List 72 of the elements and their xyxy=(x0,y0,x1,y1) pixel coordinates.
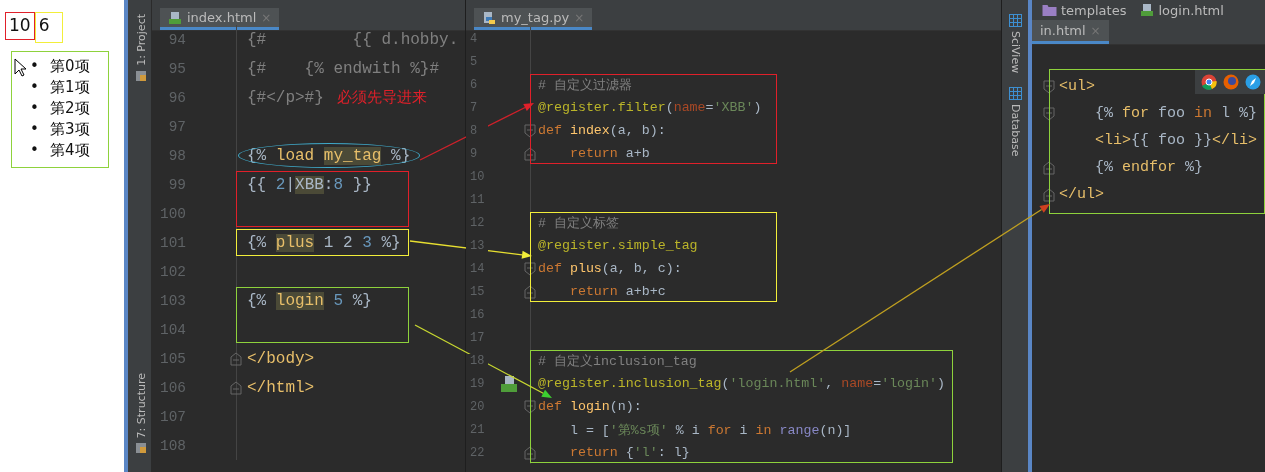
list-item: 第0项 xyxy=(50,56,90,77)
code-line: {% for foo in l %} xyxy=(1094,105,1258,122)
code-line: return a+b xyxy=(568,146,650,161)
html-file-icon xyxy=(1140,3,1155,17)
tool-icon xyxy=(1008,14,1022,27)
compass-icon[interactable] xyxy=(1245,74,1261,90)
list-item: 第3项 xyxy=(50,119,90,140)
fold-icon[interactable] xyxy=(1043,187,1055,202)
code-line: # 自定义inclusion_tag xyxy=(537,352,697,370)
line-number: 8 xyxy=(466,123,488,138)
code-line: {% endfor %} xyxy=(1094,159,1204,176)
tool-icon xyxy=(1008,87,1022,101)
code-line: @register.filter(name='XBB') xyxy=(537,100,762,115)
editor-tab[interactable]: my_tag.py × xyxy=(474,8,593,30)
breadcrumb-item[interactable]: templates xyxy=(1061,2,1127,18)
bullet: • xyxy=(30,119,40,140)
code-line: <li>{{ foo }}</li> xyxy=(1094,132,1258,149)
line-number: 13 xyxy=(466,238,488,253)
code-line: </body> xyxy=(246,349,315,368)
python-file-icon xyxy=(482,10,496,25)
annotation-note: 必须先导进来 xyxy=(336,88,427,107)
code-line: {{ 2|XBB:8 }} xyxy=(246,175,372,194)
fold-icon[interactable] xyxy=(524,399,536,414)
bullet: • xyxy=(30,140,40,161)
code-line: def index(a, b): xyxy=(537,123,666,138)
code-line: {% load my_tag %} xyxy=(246,146,411,165)
fold-icon[interactable] xyxy=(524,445,536,460)
fold-icon[interactable] xyxy=(1043,160,1055,175)
tool-window-button[interactable]: Database xyxy=(1008,104,1022,157)
code-line: # 自定义过滤器 xyxy=(537,76,632,94)
code-line: @register.simple_tag xyxy=(537,238,698,253)
code-line: @register.inclusion_tag('login.html', name='login') xyxy=(537,376,945,391)
breadcrumb-item[interactable]: login.html xyxy=(1158,2,1224,18)
code-line: {# {% endwith %}# xyxy=(246,59,440,78)
cursor-icon xyxy=(14,58,27,77)
bullet: • xyxy=(30,77,40,98)
tool-window-button[interactable]: 1: Project xyxy=(134,14,148,66)
list-item: 第4项 xyxy=(50,140,90,161)
bullet: • xyxy=(30,56,40,77)
code-line: </ul> xyxy=(1058,186,1104,203)
code-line: {% plus 1 2 3 %} xyxy=(246,233,401,252)
code-line: # 自定义标签 xyxy=(537,214,619,232)
number-output: 10 xyxy=(5,12,35,40)
code-line: <ul> xyxy=(1058,78,1095,95)
fold-icon[interactable] xyxy=(1043,79,1055,94)
code-line: def login(n): xyxy=(537,399,642,414)
code-line: def plus(a, b, c): xyxy=(537,261,682,276)
fold-icon[interactable] xyxy=(1043,106,1055,121)
list-item: 第2项 xyxy=(50,98,90,119)
tool-icon xyxy=(135,442,147,454)
code-line: return {'l': l} xyxy=(568,445,690,460)
html-file-icon xyxy=(500,375,518,392)
browser-icon[interactable] xyxy=(1201,74,1217,90)
tool-icon xyxy=(135,69,147,82)
code-line: {#</p>#} xyxy=(246,88,324,107)
number-output: 6 xyxy=(34,12,63,43)
line-number: 18 xyxy=(466,353,488,368)
bullet: • xyxy=(30,98,40,119)
folder-icon xyxy=(1042,4,1057,16)
html-file-icon xyxy=(168,10,182,25)
editor-tab[interactable]: in.html × xyxy=(1032,20,1109,44)
editor-tab[interactable]: index.html × xyxy=(160,8,280,30)
code-line: l = ['第%s项' % i for i in range(n)] xyxy=(568,421,852,439)
fold-icon[interactable] xyxy=(524,284,536,299)
code-line: {# {{ d.hobby. xyxy=(246,30,459,49)
tool-window-button[interactable]: SciView xyxy=(1008,31,1022,74)
code-line: {% login 5 %} xyxy=(246,291,372,310)
tool-window-button[interactable]: 7: Structure xyxy=(134,372,148,438)
code-line: </html> xyxy=(246,378,315,397)
fold-icon[interactable] xyxy=(524,261,536,276)
list-item: 第1项 xyxy=(50,77,90,98)
code-line: return a+b+c xyxy=(568,284,666,299)
